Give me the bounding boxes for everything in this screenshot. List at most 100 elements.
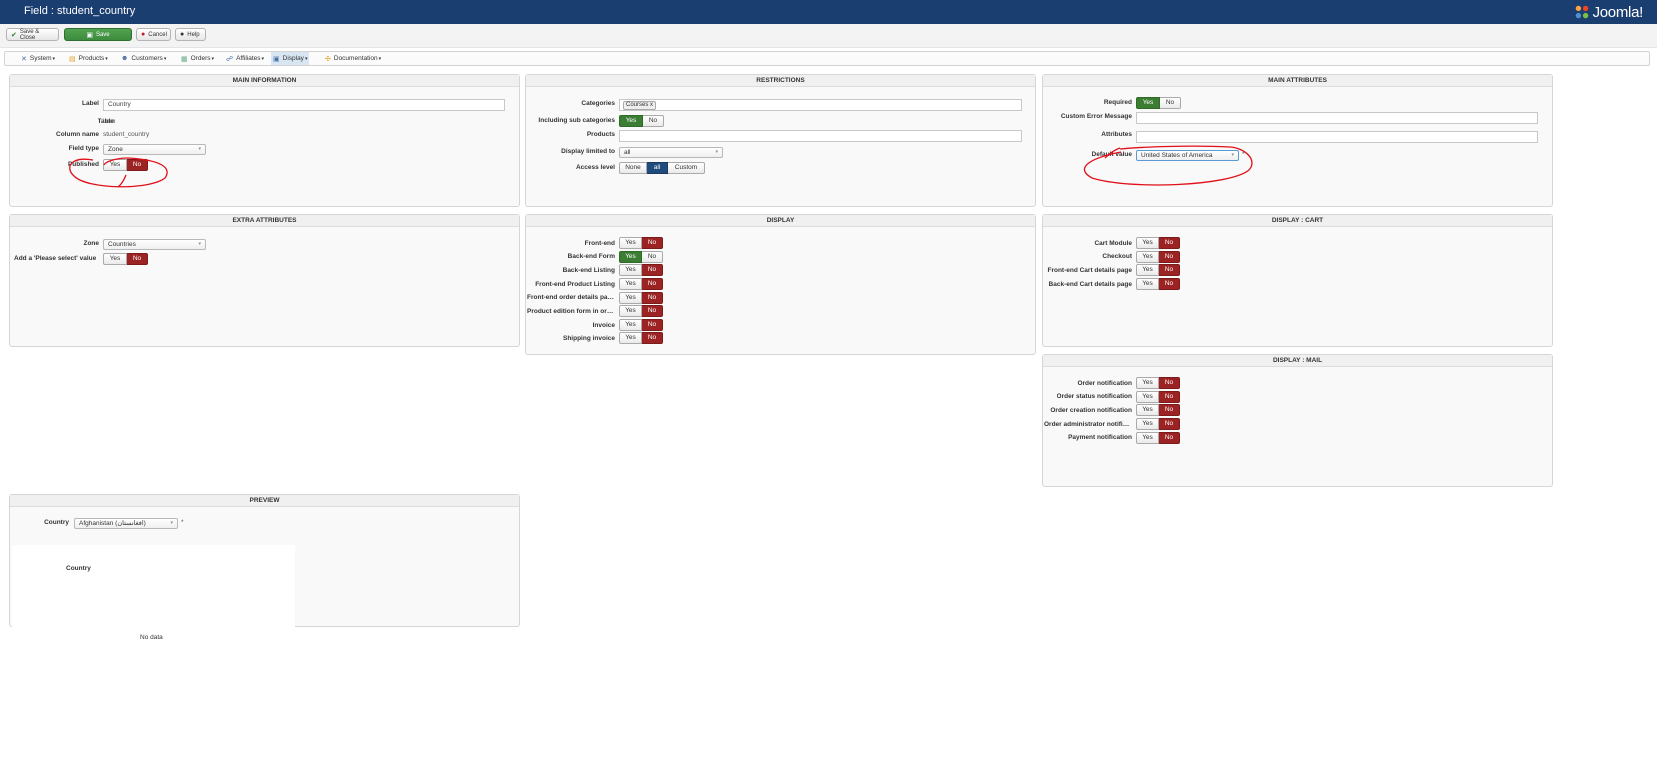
required-yes[interactable]: Yes [1136,97,1160,109]
error-message-label: Custom Error Message [1060,113,1132,120]
option-yes[interactable]: Yes [619,319,642,331]
mail-option-toggle[interactable]: Yes No [1136,432,1180,444]
option-yes[interactable]: Yes [1136,237,1159,249]
display-option-toggle[interactable]: Yes No [619,264,663,276]
please-select-yes[interactable]: Yes [103,253,127,265]
option-yes[interactable]: Yes [1136,404,1159,416]
display-option-toggle[interactable]: Yes No [619,251,663,263]
display-limited-select[interactable]: all ▾ [619,147,723,158]
option-no[interactable]: No [642,332,663,344]
display-option-toggle[interactable]: Yes No [619,305,663,317]
panel-title: DISPLAY : MAIL [1043,355,1552,367]
option-yes[interactable]: Yes [619,332,642,344]
label-input[interactable]: Country [103,99,505,111]
cart-option-toggle[interactable]: Yes No [1136,278,1180,290]
option-yes[interactable]: Yes [619,278,642,290]
menu-affiliates[interactable]: ☍ Affiliates ▾ [224,52,266,65]
access-custom[interactable]: Custom [668,162,705,174]
option-no[interactable]: No [1159,391,1180,403]
option-yes[interactable]: Yes [1136,251,1159,263]
please-select-toggle[interactable]: Yes No [103,253,148,265]
menu-display[interactable]: ▣ Display ▾ [271,52,310,65]
preview-country-select[interactable]: Afghanistan (افغانستان) ▾ [74,518,178,529]
mail-option-toggle[interactable]: Yes No [1136,404,1180,416]
option-no[interactable]: No [642,319,663,331]
display-option-toggle[interactable]: Yes No [619,292,663,304]
required-no[interactable]: No [1160,97,1181,109]
menu-products[interactable]: ▤ Products ▾ [67,52,110,65]
option-no[interactable]: No [642,278,663,290]
option-no[interactable]: No [642,237,663,249]
panel-title: EXTRA ATTRIBUTES [10,215,519,227]
zone-select[interactable]: Countries ▾ [103,239,206,250]
required-toggle[interactable]: Yes No [1136,97,1181,109]
cancel-button[interactable]: ● Cancel [136,28,171,41]
access-none[interactable]: None [619,162,647,174]
option-no[interactable]: No [1159,237,1180,249]
subcategories-yes[interactable]: Yes [619,115,643,127]
joomla-logo[interactable]: Joomla! [1573,3,1643,21]
option-yes[interactable]: Yes [1136,432,1159,444]
menu-customers[interactable]: ☻ Customers ▾ [119,52,168,65]
option-no[interactable]: No [1159,264,1180,276]
option-no[interactable]: No [1159,418,1180,430]
please-select-no[interactable]: No [127,253,148,265]
cart-option-toggle[interactable]: Yes No [1136,251,1180,263]
menu-system[interactable]: ✕ System ▾ [19,52,57,65]
affiliates-icon: ☍ [226,55,234,63]
display-option-toggle[interactable]: Yes No [619,237,663,249]
attributes-input[interactable] [1136,131,1538,143]
option-no[interactable]: No [1159,377,1180,389]
products-label: Products [586,131,615,138]
published-yes[interactable]: Yes [103,159,127,171]
chevron-down-icon: ▾ [1231,152,1234,158]
categories-input[interactable] [619,99,1022,111]
option-yes[interactable]: Yes [619,264,642,276]
joomla-logo-icon [1575,5,1588,19]
display-limited-label: Display limited to [561,148,615,155]
default-value-select[interactable]: United States of America ▾ [1136,150,1239,161]
option-yes[interactable]: Yes [1136,418,1159,430]
field-type-select[interactable]: Zone ▾ [103,144,206,155]
menu-orders[interactable]: ▦ Orders ▾ [179,52,216,65]
mail-option-toggle[interactable]: Yes No [1136,377,1180,389]
mail-option-toggle[interactable]: Yes No [1136,418,1180,430]
error-message-input[interactable] [1136,112,1538,124]
option-no[interactable]: No [642,251,663,263]
published-no[interactable]: No [127,159,148,171]
subcategories-no[interactable]: No [643,115,664,127]
menu-documentation[interactable]: ✣ Documentation ▾ [323,52,383,65]
option-yes[interactable]: Yes [619,251,642,263]
category-tag[interactable]: Courses x [623,101,657,110]
display-option-toggle[interactable]: Yes No [619,278,663,290]
access-all[interactable]: all [647,162,668,174]
option-yes[interactable]: Yes [1136,377,1159,389]
option-no[interactable]: No [1159,278,1180,290]
cart-option-toggle[interactable]: Yes No [1136,237,1180,249]
published-toggle[interactable]: Yes No [103,159,148,171]
cart-option-toggle[interactable]: Yes No [1136,264,1180,276]
option-yes[interactable]: Yes [619,237,642,249]
option-yes[interactable]: Yes [1136,391,1159,403]
option-no[interactable]: No [642,264,663,276]
option-no[interactable]: No [1159,404,1180,416]
option-no[interactable]: No [642,292,663,304]
display-option-toggle[interactable]: Yes No [619,332,663,344]
help-button[interactable]: ● Help [175,28,206,41]
option-no[interactable]: No [1159,251,1180,263]
display-option-toggle[interactable]: Yes No [619,319,663,331]
save-close-button[interactable]: ✔ Save & Close [6,28,59,41]
mail-option-toggle[interactable]: Yes No [1136,391,1180,403]
access-level-toggle[interactable]: None all Custom [619,162,705,174]
option-no[interactable]: No [1159,432,1180,444]
remove-icon[interactable]: x [650,102,653,108]
option-yes[interactable]: Yes [619,292,642,304]
option-yes[interactable]: Yes [1136,264,1159,276]
option-yes[interactable]: Yes [1136,278,1159,290]
products-input[interactable] [619,130,1022,142]
subcategories-toggle[interactable]: Yes No [619,115,664,127]
option-no[interactable]: No [642,305,663,317]
option-yes[interactable]: Yes [619,305,642,317]
save-button[interactable]: ▣ Save [64,28,132,41]
chevron-down-icon: ▾ [170,520,173,526]
